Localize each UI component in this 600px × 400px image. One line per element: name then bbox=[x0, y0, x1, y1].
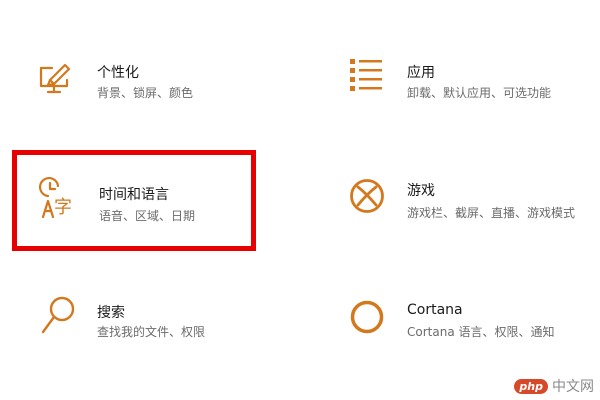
apps-list-icon bbox=[349, 58, 383, 92]
tile-apps[interactable]: 应用 卸载、默认应用、可选功能 bbox=[340, 50, 600, 120]
personalization-icon bbox=[38, 62, 72, 96]
tile-gaming[interactable]: 游戏 游戏栏、截屏、直播、游戏模式 bbox=[340, 170, 600, 240]
xbox-icon bbox=[349, 178, 385, 214]
tile-time-language[interactable]: 字 时间和语言 语音、区域、日期 bbox=[12, 150, 256, 251]
tile-description: 语音、区域、日期 bbox=[99, 209, 196, 223]
tile-description: 查找我的文件、权限 bbox=[97, 325, 206, 339]
search-icon bbox=[40, 296, 76, 336]
tile-description: Cortana 语言、权限、通知 bbox=[407, 325, 555, 339]
watermark-text: 中文网 bbox=[552, 379, 594, 395]
tile-cortana[interactable]: Cortana Cortana 语言、权限、通知 bbox=[340, 290, 600, 360]
time-language-icon: 字 bbox=[39, 177, 81, 219]
tile-title: 时间和语言 bbox=[99, 187, 169, 203]
watermark-logo: php bbox=[514, 378, 548, 394]
cortana-icon bbox=[349, 299, 385, 335]
tile-personalization[interactable]: 个性化 背景、锁屏、颜色 bbox=[30, 50, 290, 120]
watermark: php 中文网 bbox=[514, 376, 594, 396]
tile-search[interactable]: 搜索 查找我的文件、权限 bbox=[30, 290, 290, 360]
tile-description: 背景、锁屏、颜色 bbox=[97, 86, 194, 100]
tile-title: 搜索 bbox=[97, 305, 125, 321]
tile-title: Cortana bbox=[407, 302, 463, 318]
tile-title: 个性化 bbox=[97, 65, 139, 81]
tile-description: 游戏栏、截屏、直播、游戏模式 bbox=[407, 206, 576, 220]
svg-text:字: 字 bbox=[54, 197, 72, 218]
tile-description: 卸载、默认应用、可选功能 bbox=[407, 86, 552, 100]
tile-title: 应用 bbox=[407, 65, 435, 81]
tile-title: 游戏 bbox=[407, 183, 435, 199]
